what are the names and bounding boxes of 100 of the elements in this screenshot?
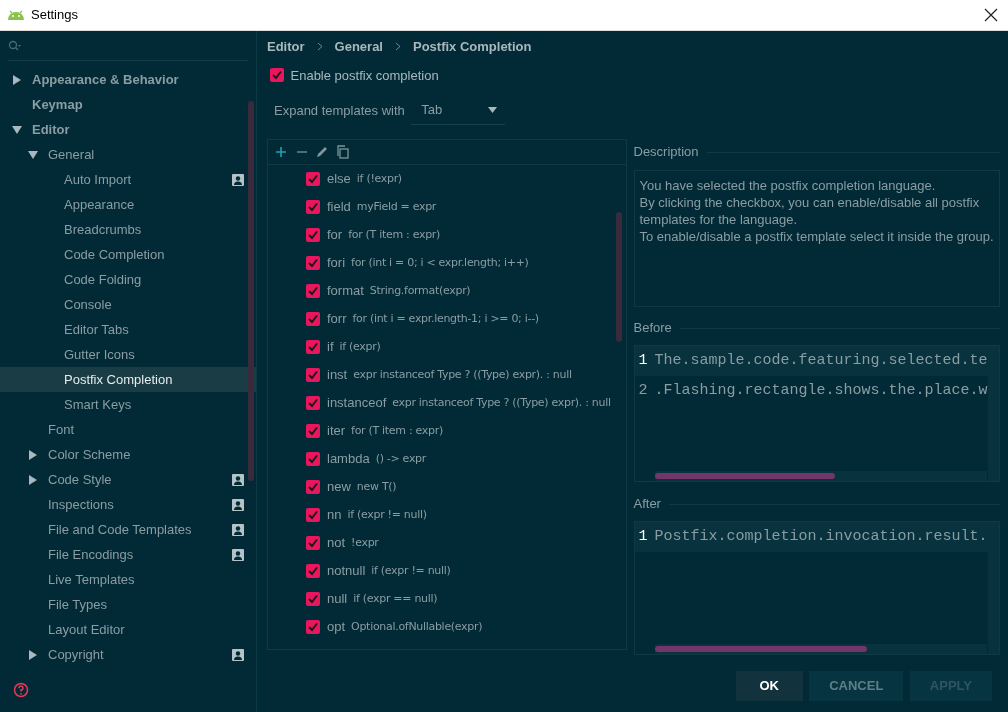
tree-item[interactable]: Breadcrumbs [0, 217, 256, 242]
tree-item[interactable]: File Encodings [0, 542, 256, 567]
checkbox[interactable] [306, 312, 320, 327]
scrollbar[interactable] [616, 212, 622, 343]
description-text: You have selected the postfix completion language. [639, 177, 937, 195]
close-icon[interactable] [983, 8, 998, 22]
tree-label: Postfix Completion [64, 370, 173, 389]
checkbox[interactable] [306, 452, 320, 467]
tree-item[interactable]: File Types [0, 592, 256, 617]
tree-item[interactable]: Gutter Icons [0, 342, 256, 367]
tree-item[interactable]: File and Code Templates [0, 517, 256, 542]
checkbox[interactable] [306, 172, 320, 187]
checkbox[interactable] [306, 508, 320, 523]
template-example: String.format(expr) [369, 282, 471, 299]
dialog-button[interactable]: CANCEL [809, 670, 904, 701]
template-example: () -> expr [375, 450, 426, 467]
checkbox[interactable] [306, 228, 320, 243]
breadcrumb-item[interactable]: General [334, 36, 383, 57]
template-key: nn [327, 505, 342, 525]
checkbox[interactable] [306, 396, 320, 411]
tree-item[interactable]: Code Completion [0, 242, 256, 267]
help-icon[interactable] [13, 681, 29, 698]
checkbox[interactable] [306, 564, 320, 579]
tree-label: Editor Tabs [64, 320, 129, 339]
template-key: field [327, 197, 351, 217]
checkbox[interactable] [306, 256, 320, 271]
tree-label: Copyright [48, 645, 104, 664]
template-key: else [327, 169, 351, 189]
checkbox[interactable] [306, 620, 320, 635]
pencil-icon[interactable] [315, 145, 329, 160]
checkbox[interactable] [306, 200, 320, 215]
chevron-icon [316, 41, 323, 51]
section-title: After [633, 495, 661, 514]
tree-label: Code Folding [64, 270, 142, 289]
tree-label: Inspections [48, 495, 114, 514]
tree-item[interactable]: Auto Import [0, 167, 256, 192]
tree-item[interactable]: Color Scheme [0, 442, 256, 467]
checkbox[interactable] [306, 536, 320, 551]
description-text: By clicking the checkbox, you can enable/disable all postfix templates for the language. [639, 194, 981, 229]
add-icon[interactable] [274, 145, 288, 160]
window-title: Settings [31, 6, 78, 25]
checkbox[interactable] [306, 284, 320, 299]
dropdown[interactable]: Tab [411, 95, 506, 126]
template-key: notnull [327, 561, 366, 581]
template-example: for (T item : expr) [348, 226, 441, 243]
tree-item[interactable]: Code Style [0, 467, 256, 492]
checkbox[interactable] [270, 68, 284, 83]
tree-label: Color Scheme [48, 445, 131, 464]
tree-label: Editor [32, 120, 70, 139]
tree-item[interactable]: Copyright [0, 642, 256, 667]
template-example: myField = expr [356, 198, 437, 215]
tree-item[interactable]: Editor [0, 117, 256, 142]
tree-label: Code Style [48, 470, 112, 489]
tree-item[interactable]: Appearance & Behavior [0, 67, 256, 92]
scrollbar[interactable] [654, 473, 835, 480]
template-key: instanceof [327, 393, 387, 413]
checkbox[interactable] [306, 592, 320, 607]
checkbox[interactable] [306, 480, 320, 495]
tree-item[interactable]: Keymap [0, 92, 256, 117]
chevron-icon [395, 41, 401, 51]
line-number: 1 [638, 526, 649, 547]
template-key: if [327, 337, 334, 357]
tree-label: Font [48, 420, 74, 439]
search-icon[interactable] [8, 39, 22, 52]
tree-item[interactable]: Editor Tabs [0, 317, 256, 342]
tree-label: Console [64, 295, 112, 314]
template-key: not [327, 533, 346, 553]
scrollbar[interactable] [248, 101, 254, 481]
tree-item[interactable]: Smart Keys [0, 392, 256, 417]
tree-item[interactable]: Code Folding [0, 267, 256, 292]
description-text: To enable/disable a postfix template select it inside the group. [639, 228, 994, 246]
tree-label: Layout Editor [48, 620, 125, 639]
scrollbar[interactable] [654, 646, 867, 653]
template-example: new T() [356, 478, 397, 495]
tree-item[interactable]: Font [0, 417, 256, 442]
template-example: for (int i = 0; i < expr.length; i++) [351, 254, 529, 271]
tree-item[interactable]: General [0, 142, 256, 167]
tree-item[interactable]: Layout Editor [0, 617, 256, 642]
tree-item[interactable]: Postfix Completion [0, 367, 256, 392]
dialog-button[interactable]: OK [735, 670, 803, 701]
template-key: format [327, 281, 364, 301]
tree-item[interactable]: Appearance [0, 192, 256, 217]
checkbox[interactable] [306, 368, 320, 383]
checkbox[interactable] [306, 424, 320, 439]
template-key: fori [327, 253, 346, 273]
code-line: .Flashing.rectangle.shows.the.place.w [654, 380, 988, 401]
tree-item[interactable]: Live Templates [0, 567, 256, 592]
template-example: if (expr != null) [347, 506, 427, 523]
checkbox[interactable] [306, 340, 320, 355]
tree-item[interactable]: Console [0, 292, 256, 317]
line-number: 1 [638, 350, 649, 371]
breadcrumb-item[interactable]: Editor [267, 36, 305, 57]
tree-label: Keymap [32, 95, 83, 114]
copy-icon[interactable] [335, 145, 350, 160]
tree-label: Appearance & Behavior [32, 70, 179, 89]
tree-item[interactable]: Inspections [0, 492, 256, 517]
tree-label: Live Templates [48, 570, 135, 589]
android-icon [6, 9, 25, 21]
template-key: null [327, 589, 348, 609]
breadcrumb-item[interactable]: Postfix Completion [413, 36, 532, 57]
